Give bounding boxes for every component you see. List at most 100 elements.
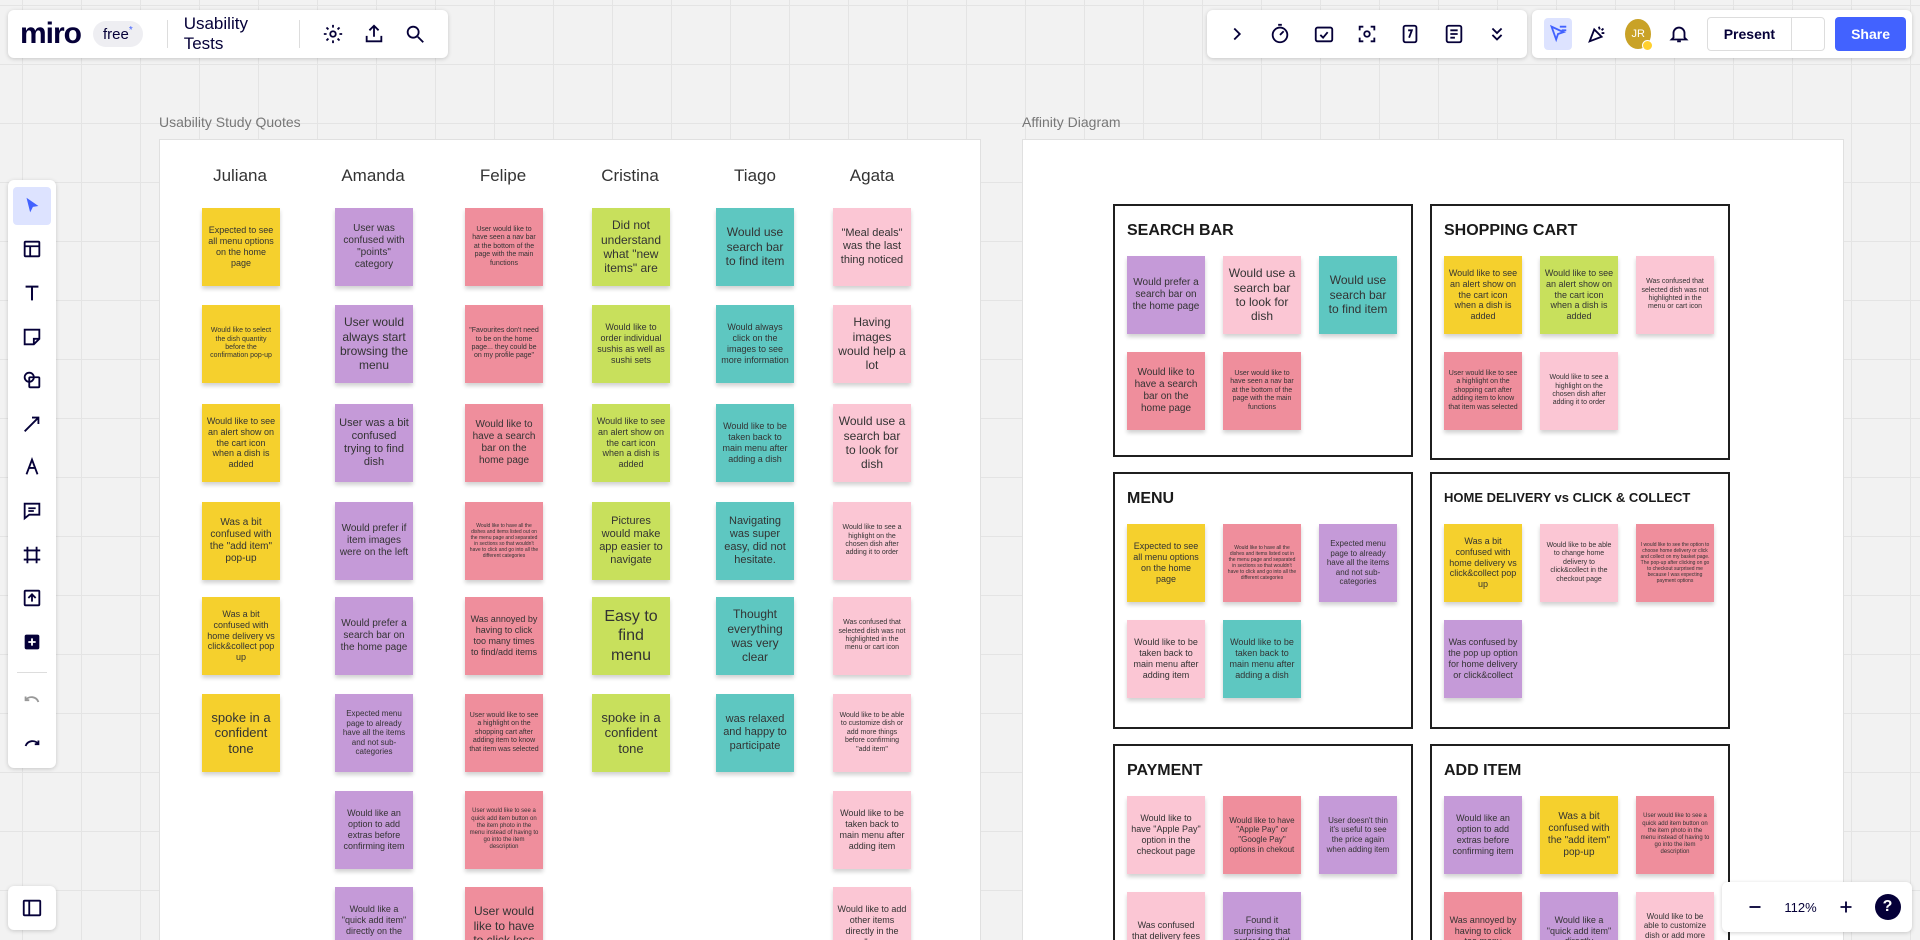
sticky-note[interactable]: Would like to be taken back to main menu… xyxy=(1223,620,1301,698)
sticky-note[interactable]: Would like to see an alert show on the c… xyxy=(1540,256,1618,334)
settings-icon[interactable] xyxy=(318,18,347,50)
column-header[interactable]: Amanda xyxy=(318,166,428,186)
sticky-note[interactable]: User was a bit confused trying to find d… xyxy=(335,404,413,482)
sticky-note[interactable]: Expected menu page to already have all t… xyxy=(1319,524,1397,602)
help-icon[interactable]: ? xyxy=(1874,894,1901,920)
sticky-note[interactable]: Would like an option to add extras befor… xyxy=(1444,796,1522,874)
sticky-note[interactable]: Expected to see all menu options on the … xyxy=(202,208,280,286)
select-cursor-icon[interactable] xyxy=(13,187,51,225)
share-button[interactable]: Share xyxy=(1835,17,1906,51)
sticky-note[interactable]: Would use search bar to find item xyxy=(716,208,794,286)
sticky-note[interactable]: User would like to have to click less xyxy=(465,887,543,940)
sticky-note[interactable]: Would like to have all the dishes and it… xyxy=(465,502,543,580)
sticky-note[interactable]: User would like to see a quick add item … xyxy=(1636,796,1714,874)
present-button[interactable]: Present xyxy=(1706,17,1826,51)
column-header[interactable]: Felipe xyxy=(448,166,558,186)
focus-icon[interactable] xyxy=(1351,18,1382,50)
board-title[interactable]: Usability Tests xyxy=(180,14,287,54)
sticky-note[interactable]: was relaxed and happy to participate xyxy=(716,694,794,772)
sticky-note[interactable]: "Favourites don't need to be on the home… xyxy=(465,305,543,383)
sticky-note[interactable]: Would like to be taken back to main menu… xyxy=(833,791,911,869)
sticky-note[interactable]: Having images would help a lot xyxy=(833,305,911,383)
connection-line-icon[interactable] xyxy=(13,405,51,443)
sticky-note[interactable]: User would like to see a highlight on th… xyxy=(465,694,543,772)
sticky-note[interactable]: Expected menu page to already have all t… xyxy=(335,694,413,772)
sticky-note[interactable]: Was confused that selected dish was not … xyxy=(1636,256,1714,334)
miro-logo[interactable]: miro xyxy=(20,17,82,51)
sticky-note[interactable]: Was confused that selected dish was not … xyxy=(833,597,911,675)
sticky-note[interactable]: Would like to have "Apple Pay" or "Googl… xyxy=(1223,796,1301,874)
export-icon[interactable] xyxy=(359,18,388,50)
column-header[interactable]: Agata xyxy=(817,166,927,186)
sticky-note[interactable]: User would like to see a quick add item … xyxy=(465,791,543,869)
sticky-note[interactable]: Would like to see a highlight on the cho… xyxy=(833,502,911,580)
sticky-note[interactable]: Would prefer a search bar on the home pa… xyxy=(1127,256,1205,334)
cursor-filter-icon[interactable] xyxy=(1544,18,1572,50)
sticky-note[interactable]: User doesn't thin it's useful to see the… xyxy=(1319,796,1397,874)
column-header[interactable]: Juliana xyxy=(185,166,295,186)
sticky-note[interactable]: Would like to have all the dishes and it… xyxy=(1223,524,1301,602)
sticky-note[interactable]: Would like to be able to change home del… xyxy=(1540,524,1618,602)
sticky-note[interactable]: Would like to be able to customize dish … xyxy=(1636,892,1714,940)
affinity-group[interactable]: SEARCH BAR Would prefer a search bar on t… xyxy=(1113,204,1413,457)
chevron-right-icon[interactable] xyxy=(1221,18,1252,50)
sticky-note[interactable]: spoke in a confident tone xyxy=(202,694,280,772)
bell-icon[interactable] xyxy=(1665,18,1693,50)
comment-icon[interactable] xyxy=(13,492,51,530)
sticky-note[interactable]: Would like a "quick add item" directly o… xyxy=(335,887,413,940)
sticky-note[interactable]: Would like to order individual sushis as… xyxy=(592,305,670,383)
sticky-note[interactable]: Was a bit confused with home delivery vs… xyxy=(1444,524,1522,602)
shapes-icon[interactable] xyxy=(13,361,51,399)
sticky-note[interactable]: Pictures would make app easier to naviga… xyxy=(592,502,670,580)
sticky-note[interactable]: "Meal deals" was the last thing noticed xyxy=(833,208,911,286)
sticky-note[interactable]: Was a bit confused with home delivery vs… xyxy=(202,597,280,675)
sticky-note[interactable]: User was confused with "points" category xyxy=(335,208,413,286)
sticky-note[interactable]: Would like to see an alert show on the c… xyxy=(592,404,670,482)
affinity-group[interactable]: HOME DELIVERY vs CLICK & COLLECT Was a bi… xyxy=(1430,472,1730,729)
more-apps-icon[interactable] xyxy=(13,623,51,661)
sticky-note[interactable]: Would like to be able to customize dish … xyxy=(833,694,911,772)
sticky-note[interactable]: Would like to see an alert show on the c… xyxy=(202,404,280,482)
sticky-note[interactable]: spoke in a confident tone xyxy=(592,694,670,772)
sticky-note[interactable]: Would like to see an alert show on the c… xyxy=(1444,256,1522,334)
avatar[interactable]: JR xyxy=(1625,19,1653,51)
sticky-note[interactable]: Was confused that delivery fees xyxy=(1127,892,1205,940)
sticky-note[interactable]: Was confused by the pop up option for ho… xyxy=(1444,620,1522,698)
affinity-group[interactable]: ADD ITEM Would like an option to add extr… xyxy=(1430,744,1730,940)
double-chevron-down-icon[interactable] xyxy=(1482,18,1513,50)
sticky-note[interactable]: Would like to select the dish quantity b… xyxy=(202,305,280,383)
sidebar-toggle-icon[interactable] xyxy=(16,892,48,924)
affinity-group[interactable]: MENU Expected to see all menu options on … xyxy=(1113,472,1413,729)
affinity-group-title[interactable]: HOME DELIVERY vs CLICK & COLLECT xyxy=(1444,490,1690,505)
sticky-note[interactable]: Would like a "quick add item" directly xyxy=(1540,892,1618,940)
sticky-note[interactable]: Was annoyed by having to click too many xyxy=(1444,892,1522,940)
sticky-note[interactable]: User would always start browsing the men… xyxy=(335,305,413,383)
upload-icon[interactable] xyxy=(13,579,51,617)
sticky-note[interactable]: Would like to have a search bar on the h… xyxy=(1127,352,1205,430)
undo-icon[interactable] xyxy=(13,684,51,722)
sticky-note[interactable]: Did not understand what "new items" are xyxy=(592,208,670,286)
sticky-note[interactable]: Found it surprising that order fees did xyxy=(1223,892,1301,940)
sticky-note[interactable]: Would use a search bar to look for dish xyxy=(833,404,911,482)
affinity-group-title[interactable]: PAYMENT xyxy=(1127,762,1203,780)
sticky-note[interactable]: Would use search bar to find item xyxy=(1319,256,1397,334)
frame-label-affinity[interactable]: Affinity Diagram xyxy=(1022,114,1121,130)
zoom-level[interactable]: 112% xyxy=(1784,900,1816,915)
counter-icon[interactable] xyxy=(1395,18,1426,50)
reactions-icon[interactable] xyxy=(1584,18,1612,50)
affinity-group-title[interactable]: MENU xyxy=(1127,490,1174,508)
sticky-note[interactable]: Would like an option to add extras befor… xyxy=(335,791,413,869)
sticky-note[interactable]: Was a bit confused with the "add item" p… xyxy=(202,502,280,580)
affinity-group-title[interactable]: SEARCH BAR xyxy=(1127,222,1234,240)
affinity-group-title[interactable]: ADD ITEM xyxy=(1444,762,1521,780)
sticky-note[interactable]: Was annoyed by having to click too many … xyxy=(465,597,543,675)
affinity-group[interactable]: PAYMENT Would like to have "Apple Pay" op… xyxy=(1113,744,1413,940)
sticky-note[interactable]: Would like to have a search bar on the h… xyxy=(465,404,543,482)
sticky-note[interactable]: User would like to see a highlight on th… xyxy=(1444,352,1522,430)
sticky-note[interactable]: Navigating was super easy, did not hesit… xyxy=(716,502,794,580)
sticky-note[interactable]: Would prefer a search bar on the home pa… xyxy=(335,597,413,675)
redo-icon[interactable] xyxy=(13,727,51,765)
plan-badge[interactable]: free* xyxy=(93,21,143,47)
zoom-out-icon[interactable] xyxy=(1739,891,1771,923)
timer-icon[interactable] xyxy=(1264,18,1295,50)
